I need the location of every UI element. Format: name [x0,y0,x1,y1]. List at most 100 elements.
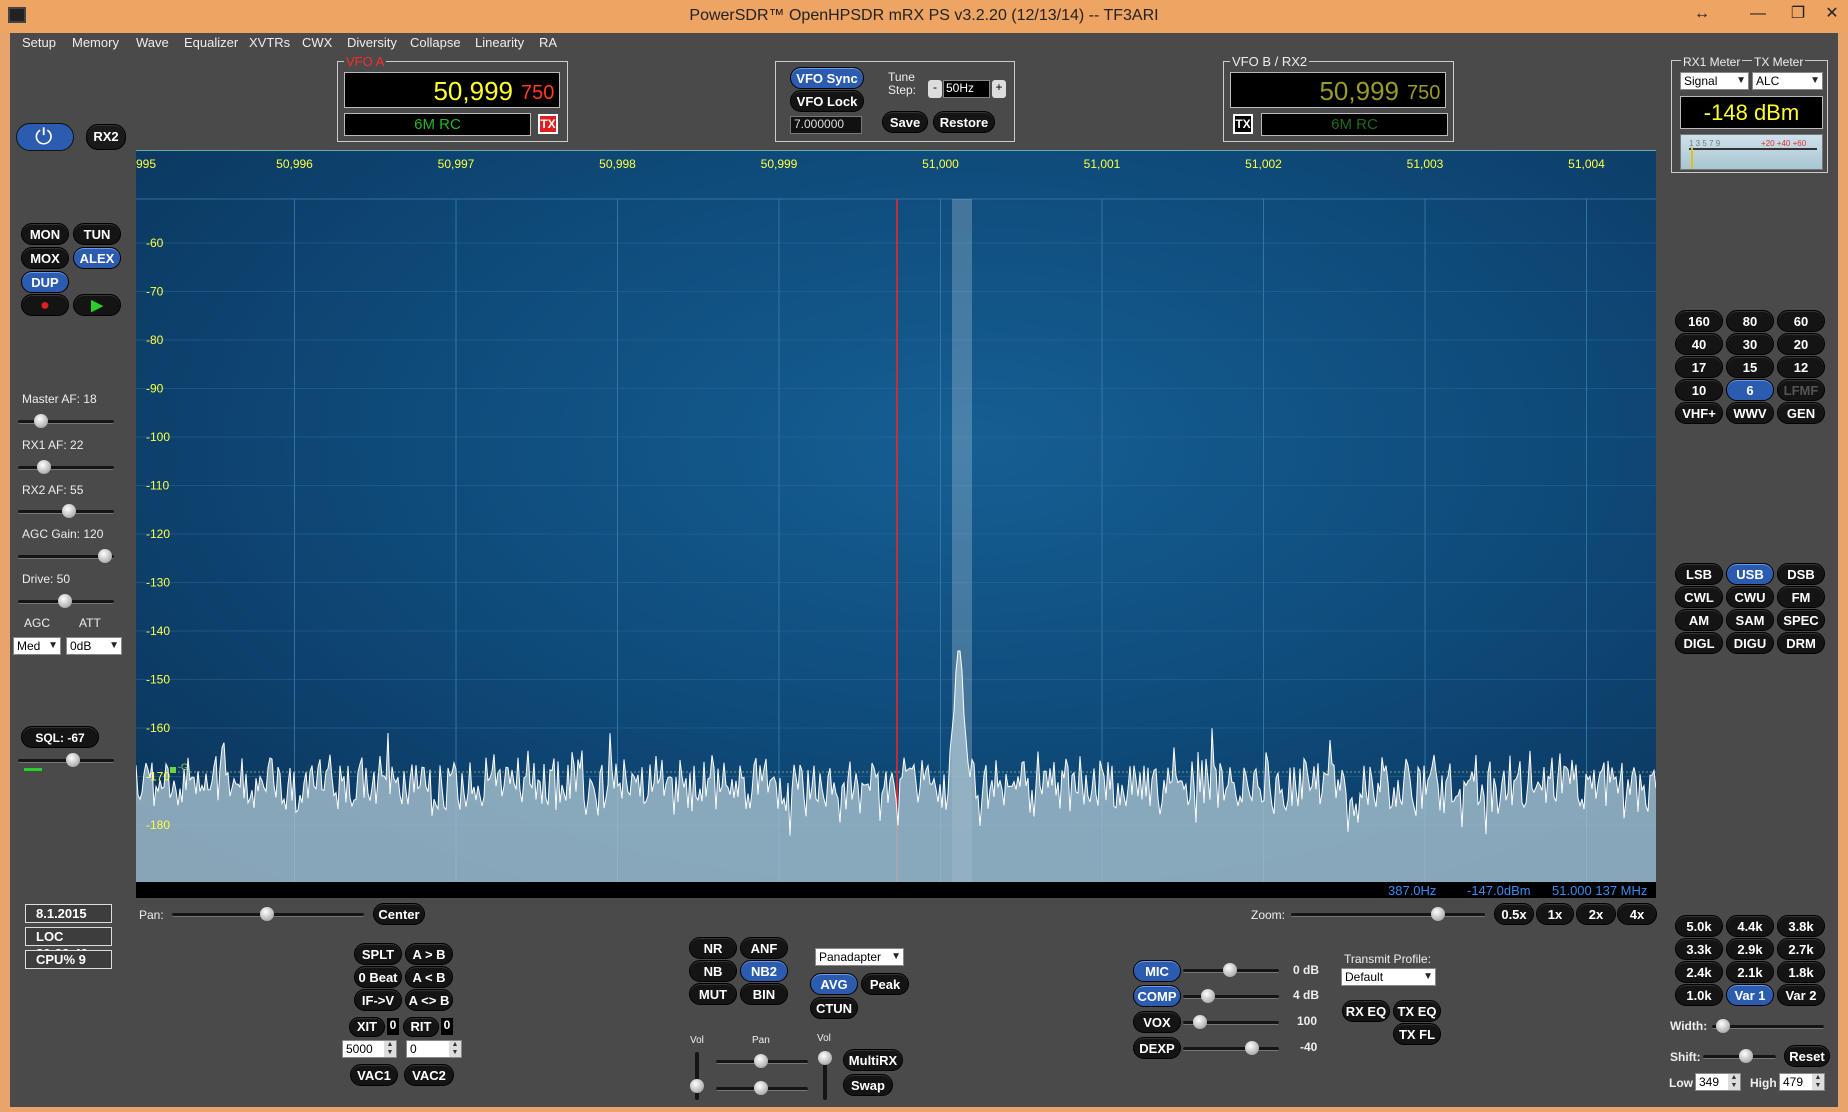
tx-profile-select[interactable]: Default ▼ [1341,968,1436,986]
resize-icon[interactable]: ↔ [1682,2,1722,26]
menu-diversity[interactable]: Diversity [347,35,397,50]
play-button[interactable]: ▶ [73,294,121,316]
band-button-6[interactable]: 6 [1726,379,1774,401]
drive-slider[interactable] [18,594,114,608]
vol1-slider[interactable] [690,1052,704,1100]
nb2-button[interactable]: NB2 [740,960,788,982]
vol2-slider[interactable] [818,1051,832,1100]
tune-step-minus[interactable]: - [928,80,942,98]
rx1-meter-select[interactable]: Signal ▼ [1680,72,1749,90]
mode-button-digl[interactable]: DIGL [1675,632,1723,654]
mode-button-lsb[interactable]: LSB [1675,563,1723,585]
dexp-slider[interactable] [1183,1041,1279,1055]
close-button[interactable]: ✕ [1812,2,1848,26]
rx2-button[interactable]: RX2 [86,124,126,150]
slider-thumb[interactable] [1739,1049,1753,1063]
band-button-30[interactable]: 30 [1726,333,1774,355]
tune-step-plus[interactable]: + [992,80,1006,98]
ctun-button[interactable]: CTUN [810,997,858,1019]
zero-beat-button[interactable]: 0 Beat [354,966,402,988]
slider-thumb[interactable] [754,1081,768,1095]
tx-fl-button[interactable]: TX FL [1393,1023,1441,1045]
filter-button-21k[interactable]: 2.1k [1726,961,1774,983]
slider-thumb[interactable] [98,549,112,563]
agc-select[interactable]: Med ▼ [13,637,61,655]
mic-slider[interactable] [1183,963,1279,977]
swap-button[interactable]: Swap [843,1074,893,1096]
filter-button-var2[interactable]: Var 2 [1777,984,1825,1006]
multirx-button[interactable]: MultiRX [843,1049,903,1071]
rit-step-input[interactable]: 0 ▲ ▼ [406,1040,462,1058]
zoom-slider[interactable] [1291,907,1485,921]
band-button-10[interactable]: 10 [1675,379,1723,401]
filter-button-27k[interactable]: 2.7k [1777,938,1825,960]
spin-icon[interactable]: ▲ ▼ [1728,1074,1740,1090]
master-af-slider[interactable] [18,414,114,428]
pan-slider[interactable] [172,907,364,921]
vfo-a-display[interactable]: 50,999 750 [344,72,560,108]
tun-button[interactable]: TUN [73,223,121,245]
mode-button-fm[interactable]: FM [1777,586,1825,608]
mode-button-dsb[interactable]: DSB [1777,563,1825,585]
mode-button-cwl[interactable]: CWL [1675,586,1723,608]
tx-meter-select[interactable]: ALC ▼ [1752,72,1823,90]
rx2-af-slider[interactable] [18,504,114,518]
width-slider[interactable] [1712,1019,1824,1033]
menu-linearity[interactable]: Linearity [475,35,524,50]
vac2-button[interactable]: VAC2 [404,1064,454,1086]
xit-step-input[interactable]: 5000 ▲ ▼ [342,1040,397,1058]
vox-button[interactable]: VOX [1133,1011,1181,1033]
sql-slider[interactable] [18,753,114,767]
shift-slider[interactable] [1703,1049,1776,1063]
mox-button[interactable]: MOX [21,247,69,269]
spin-icon[interactable]: ▲ ▼ [1812,1074,1824,1090]
filter-button-29k[interactable]: 2.9k [1726,938,1774,960]
filter-button-18k[interactable]: 1.8k [1777,961,1825,983]
anf-button[interactable]: ANF [740,937,788,959]
mode-button-usb[interactable]: USB [1726,563,1774,585]
dup-button[interactable]: DUP [21,271,69,293]
avg-button[interactable]: AVG [810,973,858,995]
vfo-lock-button[interactable]: VFO Lock [790,90,864,112]
spin-icon[interactable]: ▲ ▼ [449,1041,461,1057]
power-button[interactable]: ⏻ [16,123,74,151]
rit-button[interactable]: RIT [403,1017,439,1037]
bin-button[interactable]: BIN [740,983,788,1005]
slider-thumb[interactable] [62,504,76,518]
panadapter-display[interactable]: 995 50,996 50,997 50,998 50,999 51,000 51,001 5… [136,150,1656,882]
filter-button-24k[interactable]: 2.4k [1675,961,1723,983]
alex-button[interactable]: ALEX [73,247,121,269]
zoom-0-5x-button[interactable]: 0.5x [1494,903,1534,925]
center-button[interactable]: Center [373,903,425,925]
comp-button[interactable]: COMP [1133,985,1181,1007]
a-to-b-button[interactable]: A > B [405,943,453,965]
a-swap-b-button[interactable]: A <> B [405,989,453,1011]
save-button[interactable]: Save [882,111,928,133]
zoom-4x-button[interactable]: 4x [1617,903,1657,925]
menu-wave[interactable]: Wave [136,35,169,50]
restore-button[interactable]: Restore [933,111,995,133]
filter-button-38k[interactable]: 3.8k [1777,915,1825,937]
mic-button[interactable]: MIC [1133,960,1181,982]
slider-thumb[interactable] [58,594,72,608]
slider-thumb[interactable] [1245,1041,1259,1055]
zoom-2x-button[interactable]: 2x [1576,903,1616,925]
comp-slider[interactable] [1183,989,1279,1003]
mode-button-spec[interactable]: SPEC [1777,609,1825,631]
slider-thumb[interactable] [690,1079,704,1093]
band-button-80[interactable]: 80 [1726,310,1774,332]
high-input[interactable]: 479 ▲ ▼ [1779,1073,1825,1091]
slider-thumb[interactable] [34,414,48,428]
peak-button[interactable]: Peak [861,973,909,995]
menu-equalizer[interactable]: Equalizer [184,35,238,50]
minimize-button[interactable]: — [1738,2,1778,26]
att-select[interactable]: 0dB ▼ [66,637,122,655]
slider-thumb[interactable] [66,753,80,767]
split-button[interactable]: SPLT [354,943,402,965]
band-button-160[interactable]: 160 [1675,310,1723,332]
slider-thumb[interactable] [1431,907,1445,921]
menu-cwx[interactable]: CWX [302,35,332,50]
nb-button[interactable]: NB [689,960,737,982]
tx-eq-button[interactable]: TX EQ [1393,1000,1441,1022]
band-button-vhf[interactable]: VHF+ [1675,402,1723,424]
